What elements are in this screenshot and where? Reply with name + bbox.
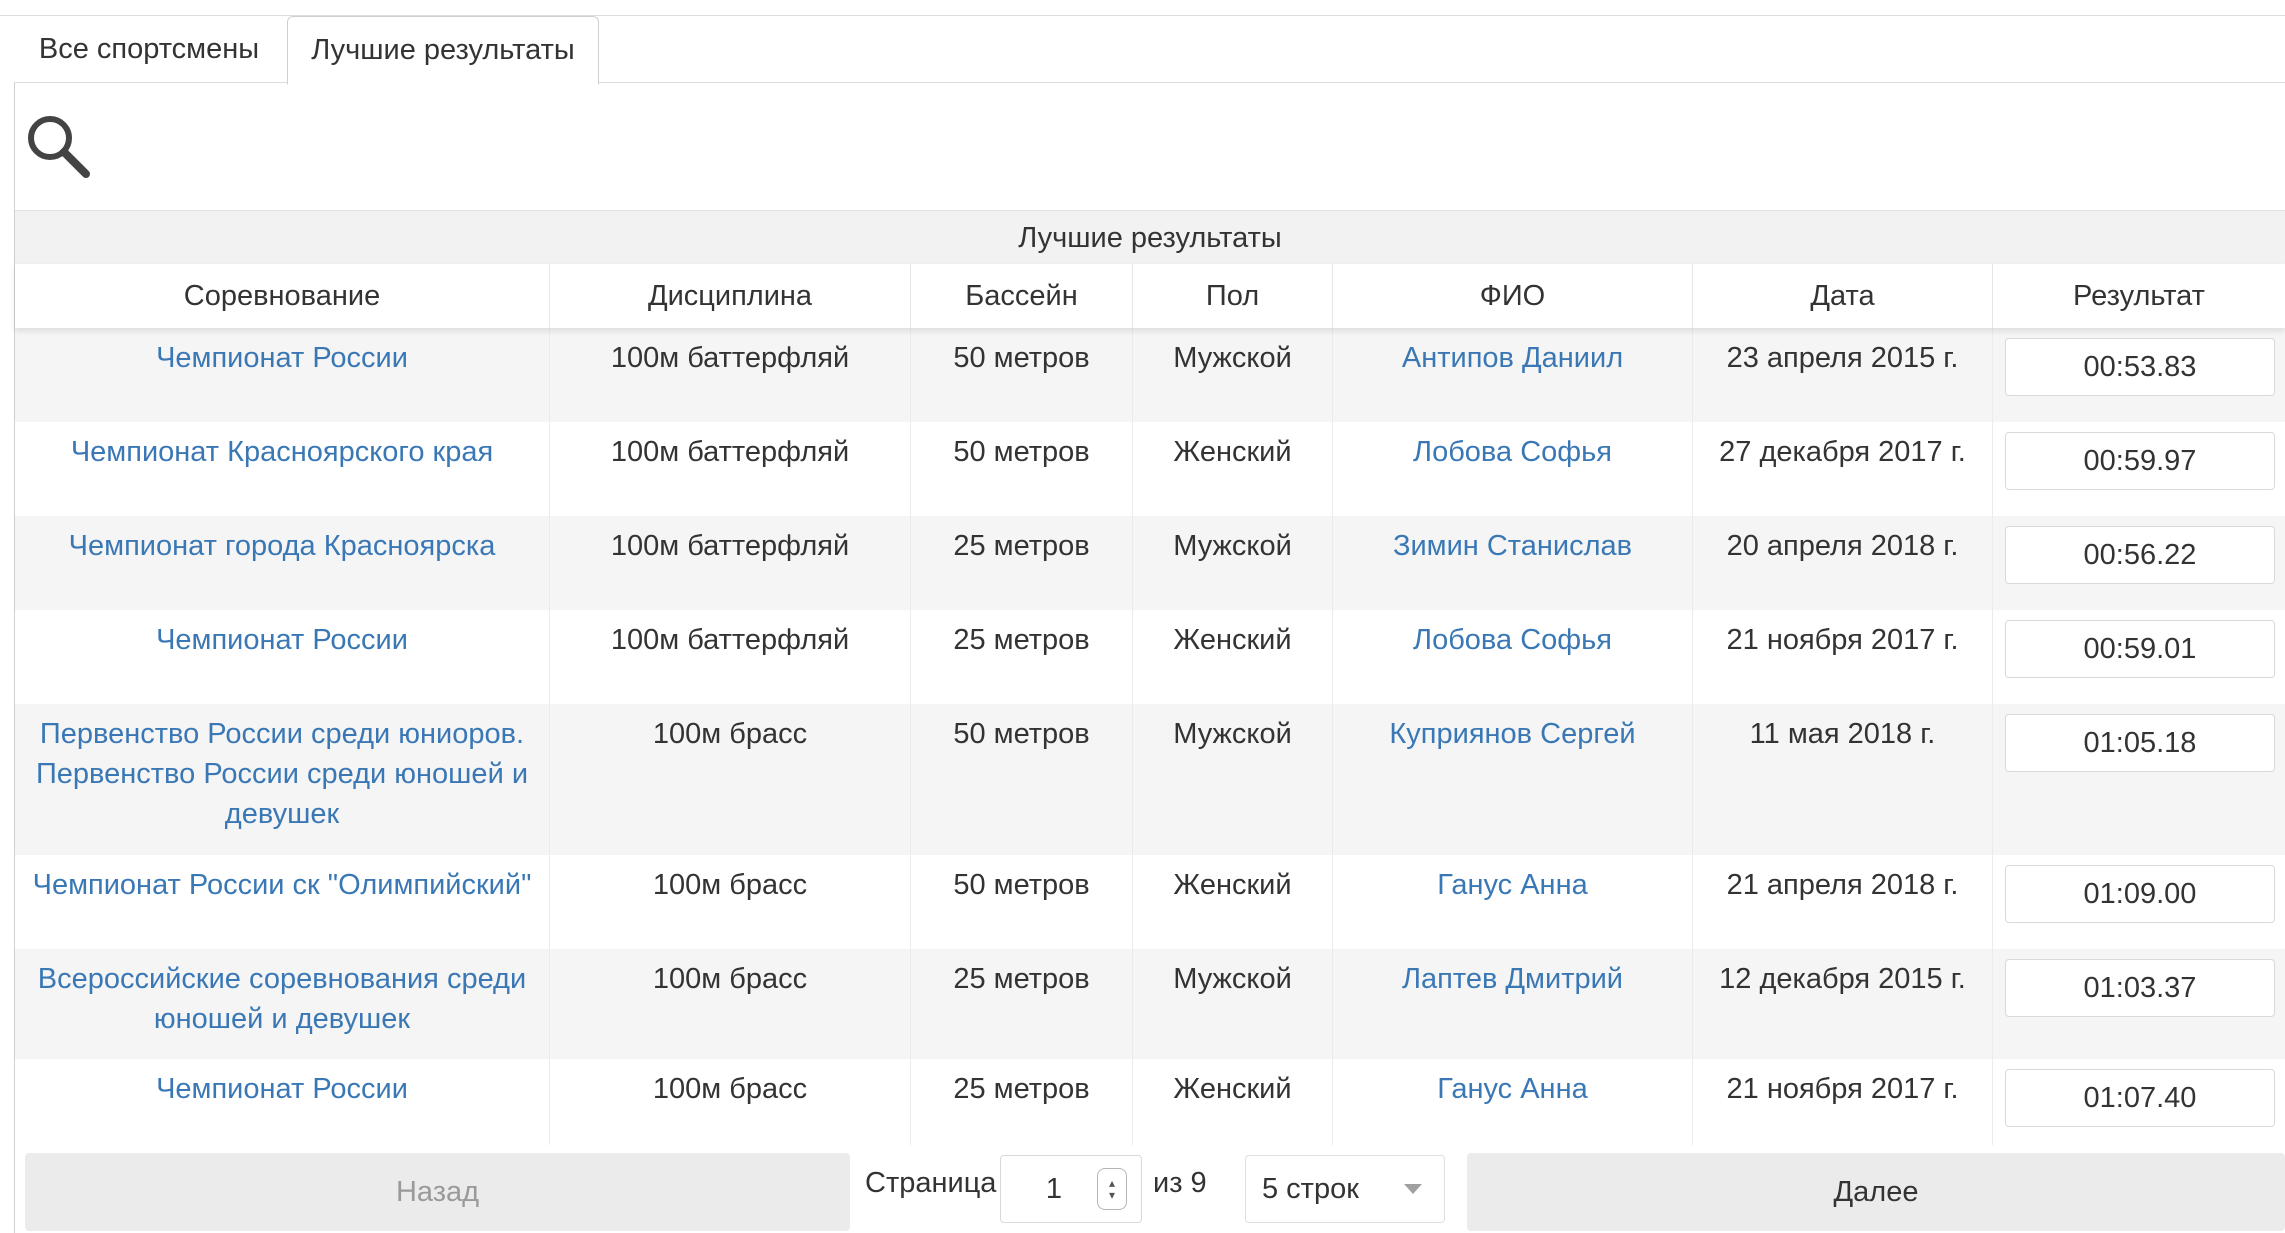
competition-link[interactable]: Первенство России среди юниоров. Первенс… — [15, 704, 550, 855]
date-cell: 12 декабря 2015 г. — [1693, 949, 1993, 1059]
date-cell: 23 апреля 2015 г. — [1693, 328, 1993, 422]
column-header-date[interactable]: Дата — [1693, 264, 1993, 328]
athlete-link[interactable]: Ганус Анна — [1333, 1059, 1693, 1153]
pool-cell: 50 метров — [911, 328, 1133, 422]
competition-link[interactable]: Чемпионат города Красноярска — [15, 516, 550, 610]
column-header-name[interactable]: ФИО — [1333, 264, 1693, 328]
rows-per-page-value: 5 строк — [1262, 1172, 1359, 1205]
table-body: Чемпионат России 100м баттерфляй 50 метр… — [15, 328, 2285, 1153]
discipline-cell: 100м баттерфляй — [550, 516, 911, 610]
page-number-input[interactable]: 1 ▴ ▾ — [1000, 1155, 1142, 1223]
athlete-link[interactable]: Лаптев Дмитрий — [1333, 949, 1693, 1059]
gender-cell: Мужской — [1133, 328, 1333, 422]
top-border — [0, 0, 2285, 16]
table-row: Чемпионат России 100м брасс 25 метров Же… — [15, 1059, 2285, 1153]
column-header-result[interactable]: Результат — [1993, 264, 2285, 328]
pool-cell: 25 метров — [911, 610, 1133, 704]
date-cell: 21 ноября 2017 г. — [1693, 1059, 1993, 1153]
result-cell: 00:59.97 — [1993, 422, 2285, 516]
athlete-link[interactable]: Зимин Станислав — [1333, 516, 1693, 610]
result-cell: 00:59.01 — [1993, 610, 2285, 704]
result-value: 00:59.97 — [2005, 432, 2275, 490]
discipline-cell: 100м брасс — [550, 949, 911, 1059]
result-value: 00:59.01 — [2005, 620, 2275, 678]
gender-cell: Мужской — [1133, 949, 1333, 1059]
result-cell: 00:53.83 — [1993, 328, 2285, 422]
athlete-link[interactable]: Куприянов Сергей — [1333, 704, 1693, 855]
competition-link[interactable]: Чемпионат России ск "Олимпийский" — [15, 855, 550, 949]
column-header-discipline[interactable]: Дисциплина — [550, 264, 911, 328]
rows-per-page-select[interactable]: 5 строк — [1245, 1155, 1445, 1223]
date-cell: 21 ноября 2017 г. — [1693, 610, 1993, 704]
competition-link[interactable]: Всероссийские соревнования среди юношей … — [15, 949, 550, 1059]
table-row: Чемпионат России 100м баттерфляй 25 метр… — [15, 610, 2285, 704]
result-cell: 01:03.37 — [1993, 949, 2285, 1059]
result-value: 01:09.00 — [2005, 865, 2275, 923]
table-row: Первенство России среди юниоров. Первенс… — [15, 704, 2285, 855]
competition-link[interactable]: Чемпионат России — [15, 328, 550, 422]
pool-cell: 25 метров — [911, 1059, 1133, 1153]
competition-link[interactable]: Чемпионат Красноярского края — [15, 422, 550, 516]
table-caption: Лучшие результаты — [15, 210, 2285, 265]
gender-cell: Женский — [1133, 855, 1333, 949]
column-header-competition[interactable]: Соревнование — [15, 264, 550, 328]
gender-cell: Мужской — [1133, 704, 1333, 855]
column-header-gender[interactable]: Пол — [1133, 264, 1333, 328]
gender-cell: Женский — [1133, 610, 1333, 704]
table-row: Чемпионат России 100м баттерфляй 50 метр… — [15, 328, 2285, 422]
pagination-bar: Назад Страница 1 ▴ ▾ из 9 5 строк Далее — [15, 1145, 2285, 1232]
result-cell: 01:05.18 — [1993, 704, 2285, 855]
page-spinner-icon[interactable]: ▴ ▾ — [1097, 1168, 1127, 1210]
athlete-link[interactable]: Лобова Софья — [1333, 610, 1693, 704]
table-row: Всероссийские соревнования среди юношей … — [15, 949, 2285, 1059]
athlete-link[interactable]: Антипов Даниил — [1333, 328, 1693, 422]
competition-link[interactable]: Чемпионат России — [15, 1059, 550, 1153]
column-header-pool[interactable]: Бассейн — [911, 264, 1133, 328]
results-table: Лучшие результаты Соревнование Дисциплин… — [15, 210, 2285, 1153]
page-number-value: 1 — [1045, 1172, 1063, 1205]
discipline-cell: 100м брасс — [550, 704, 911, 855]
page-label: Страница — [865, 1167, 997, 1199]
pool-cell: 50 метров — [911, 855, 1133, 949]
result-value: 01:07.40 — [2005, 1069, 2275, 1127]
athlete-link[interactable]: Ганус Анна — [1333, 855, 1693, 949]
result-value: 01:05.18 — [2005, 714, 2275, 772]
chevron-down-icon — [1404, 1184, 1422, 1194]
discipline-cell: 100м баттерфляй — [550, 422, 911, 516]
search-icon[interactable] — [22, 110, 102, 190]
table-row: Чемпионат Красноярского края 100м баттер… — [15, 422, 2285, 516]
result-value: 01:03.37 — [2005, 959, 2275, 1017]
discipline-cell: 100м баттерфляй — [550, 328, 911, 422]
tab-best-results[interactable]: Лучшие результаты — [287, 16, 599, 85]
pool-cell: 25 метров — [911, 949, 1133, 1059]
discipline-cell: 100м брасс — [550, 855, 911, 949]
table-row: Чемпионат России ск "Олимпийский" 100м б… — [15, 855, 2285, 949]
table-row: Чемпионат города Красноярска 100м баттер… — [15, 516, 2285, 610]
result-cell: 01:09.00 — [1993, 855, 2285, 949]
discipline-cell: 100м брасс — [550, 1059, 911, 1153]
date-cell: 20 апреля 2018 г. — [1693, 516, 1993, 610]
competition-link[interactable]: Чемпионат России — [15, 610, 550, 704]
date-cell: 11 мая 2018 г. — [1693, 704, 1993, 855]
result-value: 00:56.22 — [2005, 526, 2275, 584]
discipline-cell: 100м баттерфляй — [550, 610, 911, 704]
date-cell: 27 декабря 2017 г. — [1693, 422, 1993, 516]
pool-cell: 25 метров — [911, 516, 1133, 610]
tab-all-athletes[interactable]: Все спортсмены — [14, 16, 284, 82]
prev-page-button[interactable]: Назад — [25, 1153, 850, 1231]
next-page-button[interactable]: Далее — [1467, 1153, 2285, 1231]
gender-cell: Мужской — [1133, 516, 1333, 610]
pool-cell: 50 метров — [911, 422, 1133, 516]
date-cell: 21 апреля 2018 г. — [1693, 855, 1993, 949]
gender-cell: Женский — [1133, 1059, 1333, 1153]
gender-cell: Женский — [1133, 422, 1333, 516]
result-cell: 00:56.22 — [1993, 516, 2285, 610]
result-value: 00:53.83 — [2005, 338, 2275, 396]
athlete-link[interactable]: Лобова Софья — [1333, 422, 1693, 516]
table-header: Соревнование Дисциплина Бассейн Пол ФИО … — [15, 264, 2285, 328]
total-pages-label: из 9 — [1153, 1167, 1207, 1199]
result-cell: 01:07.40 — [1993, 1059, 2285, 1153]
pool-cell: 50 метров — [911, 704, 1133, 855]
